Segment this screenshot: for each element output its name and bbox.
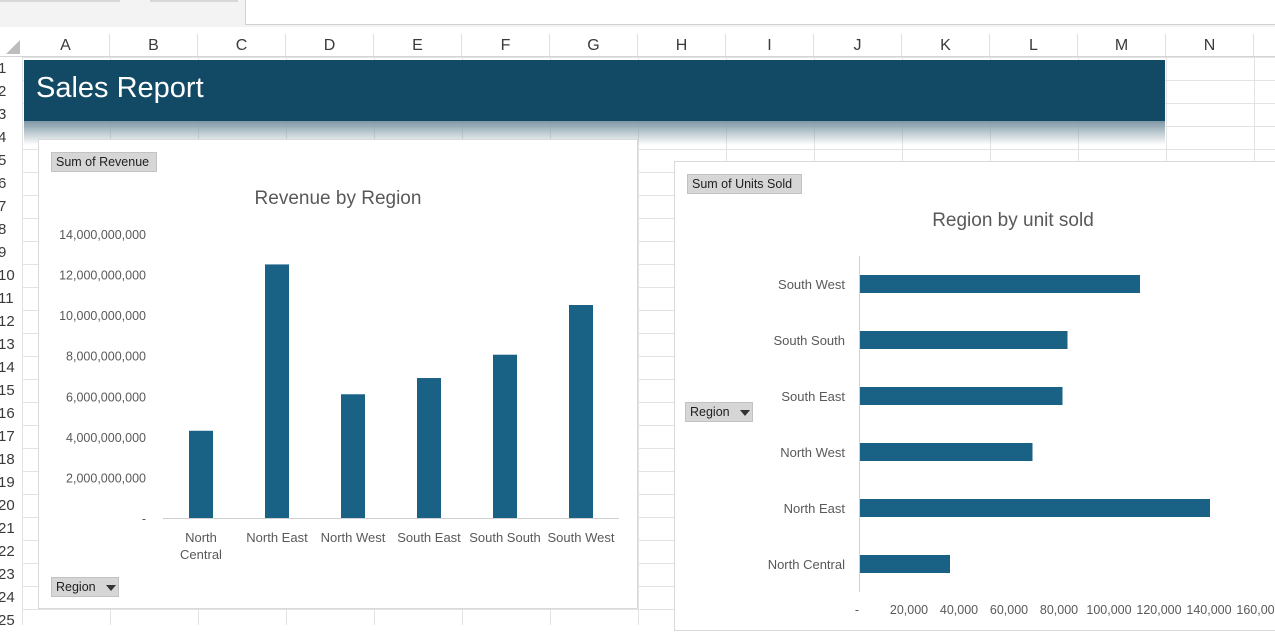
units-bar [860, 443, 1033, 461]
row-header-9[interactable]: 9 [0, 241, 22, 264]
row-header-6[interactable]: 6 [0, 172, 22, 195]
row-header-1[interactable]: 1 [0, 57, 22, 80]
name-box[interactable] [0, 0, 120, 2]
column-header-f[interactable]: F [462, 34, 550, 56]
row-header-23[interactable]: 23 [0, 563, 22, 586]
x-tick-label: 160,000 [1236, 603, 1275, 617]
units-plot: South West South South South East North Wes… [768, 256, 1275, 617]
units-bar [860, 499, 1210, 517]
select-all-corner[interactable] [0, 34, 22, 56]
formula-controls[interactable] [150, 0, 238, 2]
x-tick-label: North Central [180, 530, 222, 562]
row-header-8[interactable]: 8 [0, 218, 22, 241]
x-tick-label: South East [397, 530, 461, 545]
y-tick-label: 12,000,000,000 [59, 269, 146, 283]
revenue-bar [569, 305, 593, 518]
revenue-bar [265, 264, 289, 518]
column-header-c[interactable]: C [198, 34, 286, 56]
x-tick-label: 100,000 [1086, 603, 1131, 617]
row-header-2[interactable]: 2 [0, 80, 22, 103]
x-tick-label: North East [246, 530, 308, 545]
y-tick-label: - [142, 512, 146, 526]
units-bar [860, 331, 1068, 349]
y-tick-label: North West [780, 445, 845, 460]
column-header-g[interactable]: G [550, 34, 638, 56]
column-header-l[interactable]: L [990, 34, 1078, 56]
row-header-20[interactable]: 20 [0, 494, 22, 517]
x-tick-label: 140,000 [1186, 603, 1231, 617]
column-header-a[interactable]: A [22, 34, 110, 56]
row-header-21[interactable]: 21 [0, 517, 22, 540]
row-header-17[interactable]: 17 [0, 425, 22, 448]
column-header-h[interactable]: H [638, 34, 726, 56]
y-tick-label: 2,000,000,000 [66, 471, 146, 485]
column-header-e[interactable]: E [374, 34, 462, 56]
y-tick-label: 10,000,000,000 [59, 309, 146, 323]
y-tick-label: 14,000,000,000 [59, 228, 146, 242]
row-header-5[interactable]: 5 [0, 149, 22, 172]
units-chart[interactable]: Sum of Units Sold Region by unit sold Re… [674, 161, 1275, 631]
y-tick-label: North Central [768, 557, 845, 572]
units-bar [860, 555, 950, 573]
y-tick-label: South East [781, 389, 845, 404]
column-header-m[interactable]: M [1078, 34, 1166, 56]
column-header-n[interactable]: N [1166, 34, 1254, 56]
revenue-bar [341, 394, 365, 518]
y-tick-label: 8,000,000,000 [66, 350, 146, 364]
formula-bar-area [0, 0, 1275, 27]
revenue-plot: - 2,000,000,000 4,000,000,000 6,000,000,000… [59, 228, 619, 562]
x-tick-label: - [855, 603, 859, 617]
x-tick-label: 120,000 [1136, 603, 1181, 617]
column-header-j[interactable]: J [814, 34, 902, 56]
report-title: Sales Report [36, 72, 204, 104]
row-header-22[interactable]: 22 [0, 540, 22, 563]
column-header-d[interactable]: D [286, 34, 374, 56]
x-tick-label: 60,000 [990, 603, 1028, 617]
column-header-b[interactable]: B [110, 34, 198, 56]
x-tick-label: South South [469, 530, 541, 545]
revenue-bar [493, 354, 517, 518]
report-banner[interactable]: Sales Report [24, 60, 1165, 121]
x-tick-label: 80,000 [1040, 603, 1078, 617]
row-header-4[interactable]: 4 [0, 126, 22, 149]
revenue-bar [417, 378, 441, 518]
row-header-14[interactable]: 14 [0, 356, 22, 379]
y-tick-label: South West [778, 277, 845, 292]
row-header-18[interactable]: 18 [0, 448, 22, 471]
row-header-10[interactable]: 10 [0, 264, 22, 287]
revenue-chart[interactable]: Sum of Revenue Revenue by Region Region … [38, 139, 638, 609]
units-bar [860, 387, 1063, 405]
column-header-i[interactable]: I [726, 34, 814, 56]
row-header-bar: 1 2 3 4 5 6 7 8 9 10 11 12 13 14 15 16 17 18 19 20 21 22 23 24 2… [0, 57, 23, 629]
row-header-15[interactable]: 15 [0, 379, 22, 402]
row-header-12[interactable]: 12 [0, 310, 22, 333]
row-header-25[interactable]: 25 [0, 609, 22, 632]
revenue-bar [189, 430, 213, 518]
units-bar [860, 275, 1140, 293]
y-tick-label: 6,000,000,000 [66, 390, 146, 404]
row-header-13[interactable]: 13 [0, 333, 22, 356]
column-header-k[interactable]: K [902, 34, 990, 56]
y-tick-label: 4,000,000,000 [66, 431, 146, 445]
row-header-7[interactable]: 7 [0, 195, 22, 218]
x-tick-label: 40,000 [940, 603, 978, 617]
row-header-3[interactable]: 3 [0, 103, 22, 126]
y-tick-label: South South [773, 333, 845, 348]
x-tick-label: 20,000 [890, 603, 928, 617]
row-header-11[interactable]: 11 [0, 287, 22, 310]
row-header-19[interactable]: 19 [0, 471, 22, 494]
formula-input[interactable] [245, 0, 1275, 25]
row-header-24[interactable]: 24 [0, 586, 22, 609]
row-header-16[interactable]: 16 [0, 402, 22, 425]
x-tick-label: South West [548, 530, 615, 545]
x-tick-label: North West [321, 530, 386, 545]
y-tick-label: North East [784, 501, 846, 516]
column-header-bar: ABCDEFGHIJKLMN [0, 34, 1275, 57]
